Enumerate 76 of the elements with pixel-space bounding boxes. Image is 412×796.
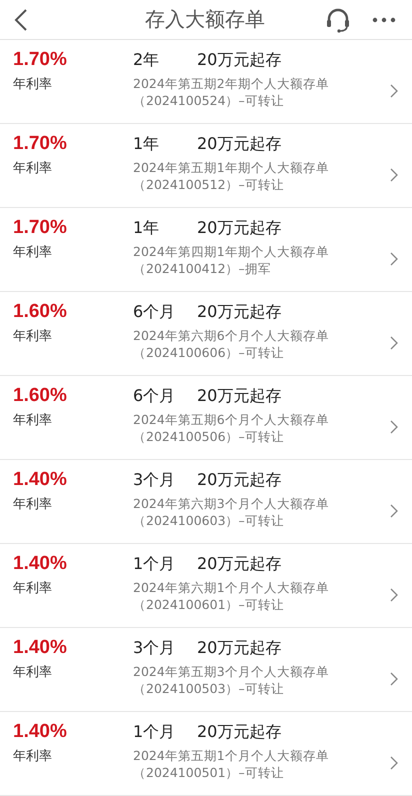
minimum-amount: 20万元起存 bbox=[197, 637, 282, 659]
interest-rate: 1.70% bbox=[13, 132, 68, 156]
chevron-icon bbox=[390, 336, 398, 350]
product-name: 2024年第四期1年期个人大额存单 bbox=[133, 243, 330, 260]
product-name: 2024年第六期6个月个人大额存单 bbox=[133, 327, 330, 344]
product-code: （2024100412）–拥军 bbox=[133, 260, 272, 277]
minimum-amount: 20万元起存 bbox=[197, 469, 282, 491]
product-name: 2024年第五期3个月个人大额存单 bbox=[133, 663, 330, 680]
interest-rate: 1.40% bbox=[13, 636, 68, 660]
interest-rate: 1.60% bbox=[13, 300, 68, 324]
chevron-icon bbox=[390, 420, 398, 434]
term: 1个月 bbox=[133, 553, 176, 575]
chevron-icon bbox=[390, 84, 398, 98]
term: 1个月 bbox=[133, 721, 176, 743]
product-code: （2024100512）–可转让 bbox=[133, 176, 285, 193]
minimum-amount: 20万元起存 bbox=[197, 553, 282, 575]
rate-label: 年利率 bbox=[13, 76, 53, 93]
more-icon[interactable] bbox=[372, 16, 396, 22]
term: 1年 bbox=[133, 133, 160, 155]
interest-rate: 1.70% bbox=[13, 48, 68, 72]
chevron-icon bbox=[390, 588, 398, 602]
chevron-icon bbox=[390, 504, 398, 518]
term: 6个月 bbox=[133, 301, 176, 323]
rate-label: 年利率 bbox=[13, 496, 53, 513]
minimum-amount: 20万元起存 bbox=[197, 301, 282, 323]
chevron-icon bbox=[390, 672, 398, 686]
interest-rate: 1.60% bbox=[13, 384, 68, 408]
product-code: （2024100601）–可转让 bbox=[133, 596, 285, 613]
rate-label: 年利率 bbox=[13, 160, 53, 177]
product-code: （2024100603）–可转让 bbox=[133, 512, 285, 529]
interest-rate: 1.40% bbox=[13, 720, 68, 744]
minimum-amount: 20万元起存 bbox=[197, 49, 282, 71]
product-name: 2024年第六期1个月个人大额存单 bbox=[133, 579, 330, 596]
deposit-list-item[interactable]: 1.70% 年利率 1年 20万元起存 2024年第五期1年期个人大额存单 （2024100512）–可转让 bbox=[0, 124, 412, 208]
product-code: （2024100501）–可转让 bbox=[133, 764, 285, 781]
rate-label: 年利率 bbox=[13, 412, 53, 429]
product-name: 2024年第六期3个月个人大额存单 bbox=[133, 495, 330, 512]
interest-rate: 1.40% bbox=[13, 468, 68, 492]
product-name: 2024年第五期1年期个人大额存单 bbox=[133, 159, 330, 176]
chevron-icon bbox=[390, 168, 398, 182]
deposit-list-item[interactable]: 1.70% 年利率 1年 20万元起存 2024年第四期1年期个人大额存单 （2024100412）–拥军 bbox=[0, 208, 412, 292]
back-icon bbox=[14, 8, 28, 32]
term: 2年 bbox=[133, 49, 160, 71]
product-code: （2024100524）–可转让 bbox=[133, 92, 285, 109]
minimum-amount: 20万元起存 bbox=[197, 721, 282, 743]
minimum-amount: 20万元起存 bbox=[197, 217, 282, 239]
deposit-list-item[interactable]: 1.40% 年利率 1个月 20万元起存 2024年第六期1个月个人大额存单 （2024100601）–可转让 bbox=[0, 544, 412, 628]
rate-label: 年利率 bbox=[13, 664, 53, 681]
deposit-list-item[interactable]: 1.60% 年利率 6个月 20万元起存 2024年第五期6个月个人大额存单 （2024100506）–可转让 bbox=[0, 376, 412, 460]
product-code: （2024100506）–可转让 bbox=[133, 428, 285, 445]
chevron-icon bbox=[390, 756, 398, 770]
term: 1年 bbox=[133, 217, 160, 239]
interest-rate: 1.70% bbox=[13, 216, 68, 240]
product-code: （2024100503）–可转让 bbox=[133, 680, 285, 697]
chevron-icon bbox=[390, 252, 398, 266]
rate-label: 年利率 bbox=[13, 580, 53, 597]
minimum-amount: 20万元起存 bbox=[197, 133, 282, 155]
interest-rate: 1.40% bbox=[13, 552, 68, 576]
product-name: 2024年第五期6个月个人大额存单 bbox=[133, 411, 330, 428]
deposit-list-item[interactable]: 1.40% 年利率 3个月 20万元起存 2024年第五期3个月个人大额存单 （2024100503）–可转让 bbox=[0, 628, 412, 712]
page-title: 存入大额存单 bbox=[145, 6, 265, 33]
rate-label: 年利率 bbox=[13, 244, 53, 261]
deposit-list-item[interactable]: 1.70% 年利率 2年 20万元起存 2024年第五期2年期个人大额存单 （2024100524）–可转让 bbox=[0, 40, 412, 124]
term: 3个月 bbox=[133, 469, 176, 491]
deposit-list-item[interactable]: 1.60% 年利率 6个月 20万元起存 2024年第六期6个月个人大额存单 （2024100606）–可转让 bbox=[0, 292, 412, 376]
product-name: 2024年第五期2年期个人大额存单 bbox=[133, 75, 330, 92]
product-code: （2024100606）–可转让 bbox=[133, 344, 285, 361]
rate-label: 年利率 bbox=[13, 328, 53, 345]
product-name: 2024年第五期1个月个人大额存单 bbox=[133, 747, 330, 764]
rate-label: 年利率 bbox=[13, 748, 53, 765]
term: 6个月 bbox=[133, 385, 176, 407]
deposit-list-item[interactable]: 1.40% 年利率 3个月 20万元起存 2024年第六期3个月个人大额存单 （2024100603）–可转让 bbox=[0, 460, 412, 544]
term: 3个月 bbox=[133, 637, 176, 659]
minimum-amount: 20万元起存 bbox=[197, 385, 282, 407]
deposit-list-item[interactable]: 1.40% 年利率 1个月 20万元起存 2024年第五期1个月个人大额存单 （2024100501）–可转让 bbox=[0, 712, 412, 796]
back-button[interactable] bbox=[14, 8, 28, 32]
